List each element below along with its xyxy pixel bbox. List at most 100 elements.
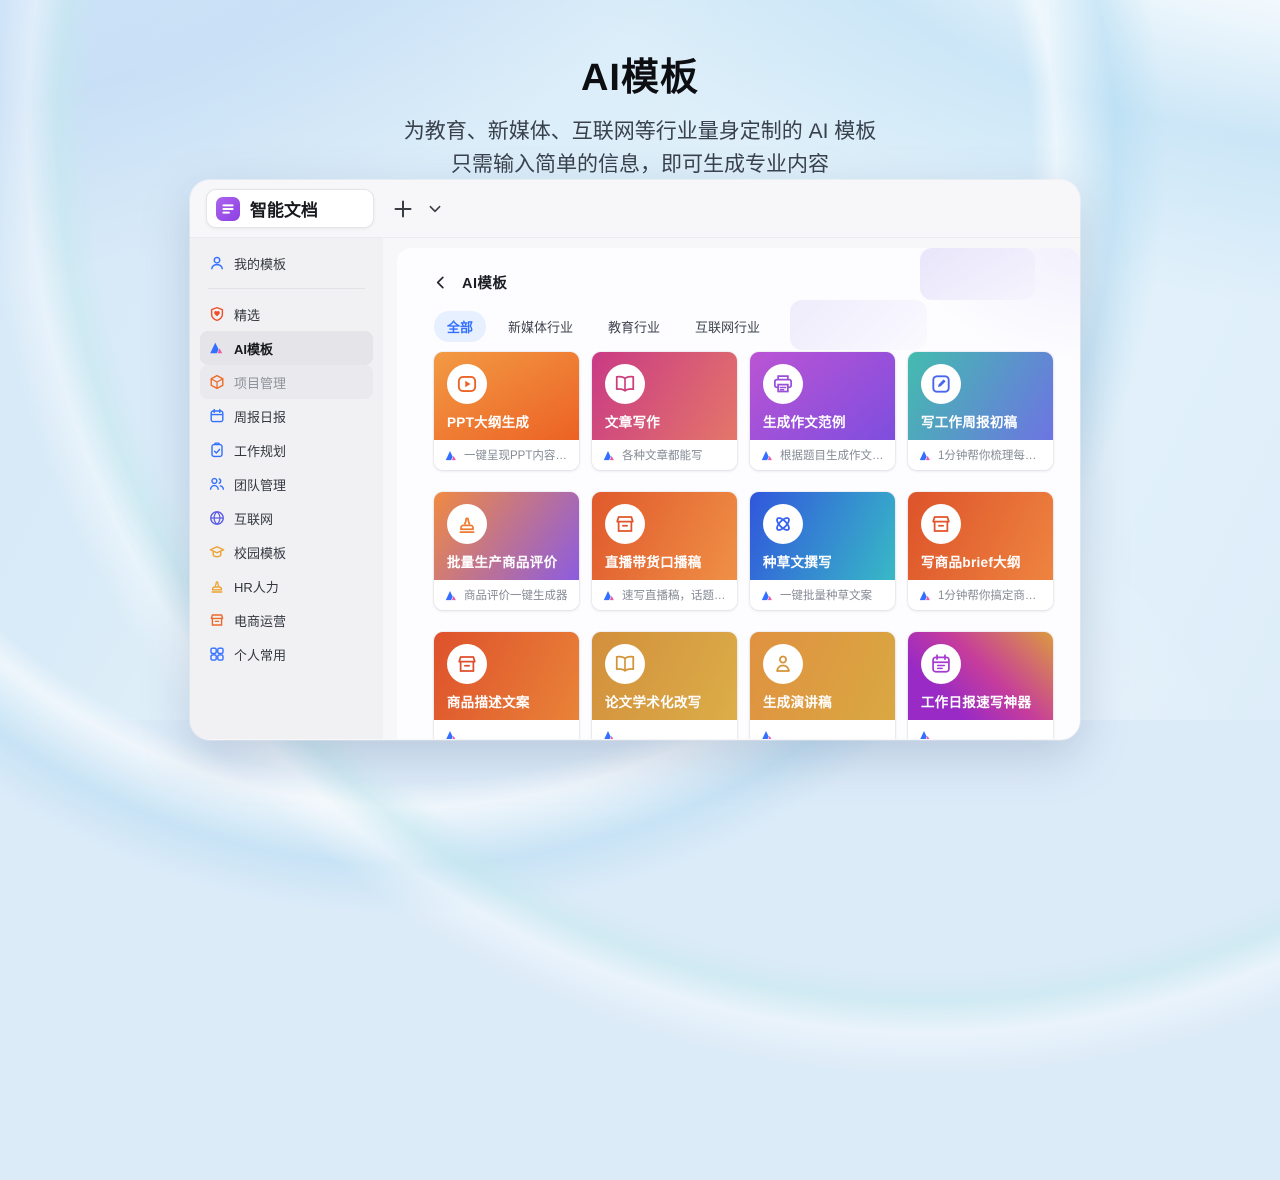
- ai-mark-icon: [603, 729, 616, 740]
- page-title: AI模板: [0, 46, 1280, 101]
- knot-icon: [763, 504, 803, 544]
- tab-all[interactable]: 全部: [434, 311, 486, 342]
- card-cover: 直播带货口播稿: [592, 492, 737, 580]
- card-ppt-outline[interactable]: PPT大纲生成一键呈现PPT内容框架: [434, 352, 579, 470]
- card-cover: 商品描述文案: [434, 632, 579, 720]
- new-document-button[interactable]: [392, 198, 414, 220]
- book-icon: [605, 364, 645, 404]
- card-speech-generation[interactable]: 生成演讲稿: [750, 632, 895, 739]
- section-title: AI模板: [462, 272, 508, 293]
- store-icon: [921, 504, 961, 544]
- sidebar-item-label: 项目管理: [234, 373, 286, 392]
- heart-badge-icon: [209, 306, 225, 322]
- sidebar-item-hr[interactable]: HR人力: [200, 569, 373, 603]
- app-body: 我的模板精选 AI模板项目管理周报日报工作规划团队管理互联网校园模板 HR人力电商运…: [190, 238, 1080, 739]
- edit-doc-icon: [921, 364, 961, 404]
- card-essay-example[interactable]: 生成作文范例根据题目生成作文范例: [750, 352, 895, 470]
- card-paper-academic-rewrite[interactable]: 论文学术化改写: [592, 632, 737, 739]
- sidebar-item-label: 我的模板: [234, 254, 286, 273]
- sidebar-item-label: HR人力: [234, 577, 279, 596]
- card-description: 根据题目生成作文范例: [780, 447, 884, 463]
- card-cover: 生成演讲稿: [750, 632, 895, 720]
- card-footer: [908, 720, 1053, 739]
- sidebar-item-personal-common[interactable]: 个人常用: [200, 637, 373, 671]
- chevron-down-icon[interactable]: [429, 203, 441, 215]
- card-description: 一键呈现PPT内容框架: [464, 447, 568, 463]
- sidebar-item-campus-templates[interactable]: 校园模板: [200, 535, 373, 569]
- card-title: 写工作周报初稿: [921, 411, 1018, 431]
- ai-mark-icon: [445, 729, 458, 740]
- brand-doc-icon: [216, 197, 240, 221]
- printer-icon: [763, 364, 803, 404]
- card-product-description[interactable]: 商品描述文案: [434, 632, 579, 739]
- sidebar-item-internet[interactable]: 互联网: [200, 501, 373, 535]
- card-title: 写商品brief大纲: [921, 551, 1021, 571]
- card-title: 生成演讲稿: [763, 691, 832, 711]
- grid-icon: [209, 646, 225, 662]
- tab-new-media[interactable]: 新媒体行业: [495, 311, 586, 342]
- speaker-icon: [763, 644, 803, 684]
- card-title: 批量生产商品评价: [447, 551, 557, 571]
- card-title: 直播带货口播稿: [605, 551, 702, 571]
- card-footer: 各种文章都能写: [592, 440, 737, 470]
- card-footer: 一键批量种草文案: [750, 580, 895, 610]
- card-footer: 1分钟帮你搞定商品宣传...: [908, 580, 1053, 610]
- sidebar-item-label: AI模板: [234, 339, 273, 358]
- card-footer: [434, 720, 579, 739]
- card-footer: 速写直播稿，话题卖点...: [592, 580, 737, 610]
- card-bulk-product-reviews[interactable]: 批量生产商品评价商品评价一键生成器: [434, 492, 579, 610]
- sidebar-item-label: 校园模板: [234, 543, 286, 562]
- ai-mark-icon: [919, 449, 932, 462]
- calendar-icon: [921, 644, 961, 684]
- card-livestream-script[interactable]: 直播带货口播稿速写直播稿，话题卖点...: [592, 492, 737, 610]
- stamp-icon: [447, 504, 487, 544]
- video-icon: [447, 364, 487, 404]
- sidebar-item-label: 工作规划: [234, 441, 286, 460]
- card-cover: 论文学术化改写: [592, 632, 737, 720]
- stamp-icon: [209, 578, 225, 594]
- card-cover: 写工作周报初稿: [908, 352, 1053, 440]
- card-footer: 一键呈现PPT内容框架: [434, 440, 579, 470]
- ai-logo-icon: [209, 340, 225, 356]
- tab-education[interactable]: 教育行业: [595, 311, 673, 342]
- sidebar-item-label: 团队管理: [234, 475, 286, 494]
- store-icon: [209, 612, 225, 628]
- sidebar-item-my-templates[interactable]: 我的模板: [200, 246, 373, 280]
- sidebar-item-label: 周报日报: [234, 407, 286, 426]
- card-product-brief[interactable]: 写商品brief大纲 1分钟帮你搞定商品宣传...: [908, 492, 1053, 610]
- sidebar-item-project-management[interactable]: 项目管理: [200, 365, 373, 399]
- sidebar-item-work-planning[interactable]: 工作规划: [200, 433, 373, 467]
- ai-mark-icon: [919, 589, 932, 602]
- tab-internet[interactable]: 互联网行业: [682, 311, 773, 342]
- card-article-writing[interactable]: 文章写作各种文章都能写: [592, 352, 737, 470]
- card-weekly-report-draft[interactable]: 写工作周报初稿1分钟帮你梳理每周事项: [908, 352, 1053, 470]
- sidebar-item-weekly-daily-report[interactable]: 周报日报: [200, 399, 373, 433]
- card-cover: PPT大纲生成: [434, 352, 579, 440]
- ai-mark-icon: [445, 449, 458, 462]
- category-tabs: 全部新媒体行业教育行业互联网行业: [434, 312, 1052, 340]
- brand-switcher-button[interactable]: 智能文档: [206, 189, 374, 228]
- back-button[interactable]: [434, 276, 447, 289]
- ai-mark-icon: [603, 589, 616, 602]
- person-icon: [209, 255, 225, 271]
- card-description: 1分钟帮你搞定商品宣传...: [938, 587, 1042, 603]
- card-title: 生成作文范例: [763, 411, 846, 431]
- sidebar-item-featured[interactable]: 精选: [200, 297, 373, 331]
- book-icon: [605, 644, 645, 684]
- card-cover: 生成作文范例: [750, 352, 895, 440]
- card-title: PPT大纲生成: [447, 411, 529, 431]
- ai-mark-icon: [761, 729, 774, 740]
- card-description: 商品评价一键生成器: [464, 587, 568, 603]
- store-icon: [447, 644, 487, 684]
- ai-mark-icon: [445, 589, 458, 602]
- hero-subtitle-line1: 为教育、新媒体、互联网等行业量身定制的 AI 模板: [0, 115, 1280, 148]
- card-title: 论文学术化改写: [605, 691, 702, 711]
- sidebar-item-ai-templates[interactable]: AI模板: [200, 331, 373, 365]
- sidebar-item-team-management[interactable]: 团队管理: [200, 467, 373, 501]
- card-daily-report-writer[interactable]: 工作日报速写神器: [908, 632, 1053, 739]
- card-description: 速写直播稿，话题卖点...: [622, 587, 726, 603]
- app-topbar: 智能文档: [190, 180, 1080, 238]
- card-seeding-copy[interactable]: 种草文撰写一键批量种草文案: [750, 492, 895, 610]
- card-description: 各种文章都能写: [622, 447, 703, 463]
- sidebar-item-ecommerce-operations[interactable]: 电商运营: [200, 603, 373, 637]
